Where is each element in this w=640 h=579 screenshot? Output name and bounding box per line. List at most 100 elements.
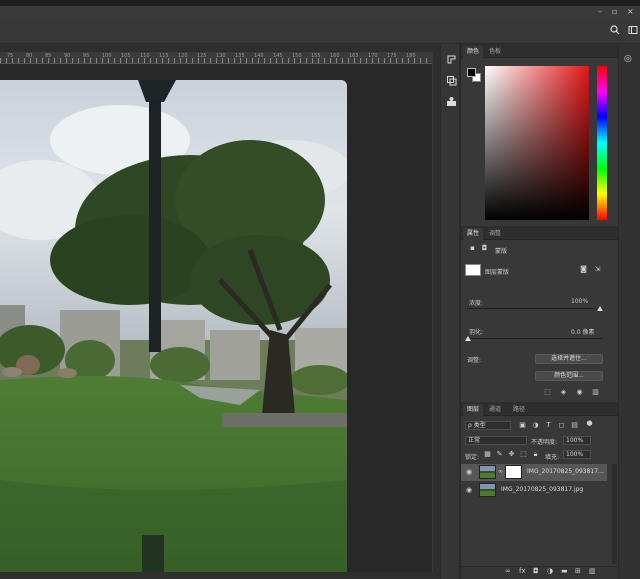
document-tab-strip bbox=[0, 44, 440, 52]
adjustment-layer-icon[interactable]: ◑ bbox=[547, 567, 553, 575]
ruler-label: 75 bbox=[7, 53, 13, 59]
search-icon[interactable] bbox=[609, 25, 621, 37]
layers-scrollbar[interactable] bbox=[612, 464, 617, 564]
fx-icon[interactable]: fx bbox=[519, 567, 526, 575]
tab-paths[interactable]: 路径 bbox=[509, 404, 529, 416]
horizontal-scrollbar[interactable] bbox=[0, 572, 440, 579]
libraries-icon[interactable]: ◎ bbox=[624, 54, 632, 64]
layer-row[interactable]: ◉ ∞ IMG_20170825_093817... bbox=[461, 464, 607, 481]
layer-filter-select[interactable]: ρ 类型 bbox=[465, 421, 511, 430]
ruler-label: 125 bbox=[197, 53, 207, 59]
refine-label: 调整: bbox=[467, 355, 481, 364]
ruler-label: 150 bbox=[292, 53, 302, 59]
lock-image-icon[interactable]: ✎ bbox=[495, 450, 504, 459]
load-selection-icon[interactable]: ⬚ bbox=[543, 388, 552, 397]
trash-icon[interactable]: ▥ bbox=[589, 567, 596, 575]
eye-icon[interactable]: ◉ bbox=[466, 486, 472, 494]
opacity-label: 不透明度: bbox=[531, 437, 557, 446]
visibility-icon[interactable]: ◉ bbox=[575, 388, 584, 397]
filter-type-icon[interactable]: T bbox=[544, 421, 553, 430]
image-canvas[interactable] bbox=[0, 80, 347, 579]
document-area: 75 80 85 90 95 100 105 110 115 120 125 1… bbox=[0, 44, 440, 579]
layer-thumbnail bbox=[479, 465, 496, 479]
feather-label: 羽化: bbox=[469, 327, 483, 336]
density-value[interactable]: 100% bbox=[571, 298, 588, 305]
horizontal-ruler: 75 80 85 90 95 100 105 110 115 120 125 1… bbox=[0, 52, 432, 64]
density-slider-track[interactable] bbox=[467, 308, 603, 309]
properties-panel-tabs: 属性 调整 bbox=[461, 226, 618, 240]
far-right-panel-strip: ◎ bbox=[618, 44, 640, 579]
ruler-label: 115 bbox=[159, 53, 169, 59]
vertical-scrollbar[interactable] bbox=[432, 52, 440, 572]
maximize-button[interactable]: ▫ bbox=[612, 7, 617, 16]
ruler-label: 95 bbox=[83, 53, 89, 59]
feather-slider-thumb[interactable] bbox=[465, 336, 471, 341]
chain-link-icon[interactable]: ∞ bbox=[498, 468, 503, 475]
ruler-label: 160 bbox=[330, 53, 340, 59]
lock-label: 锁定: bbox=[465, 452, 479, 461]
lock-artboard-icon[interactable]: ⬚ bbox=[519, 450, 528, 459]
tab-adjustments[interactable]: 调整 bbox=[485, 228, 505, 240]
lock-position-icon[interactable]: ✥ bbox=[507, 450, 516, 459]
ruler-label: 170 bbox=[368, 53, 378, 59]
ruler-label: 140 bbox=[254, 53, 264, 59]
add-mask-icon[interactable]: ◘ bbox=[533, 567, 539, 575]
density-slider-thumb[interactable] bbox=[597, 306, 603, 311]
select-mask-icon[interactable]: ◙ bbox=[579, 265, 588, 274]
filter-pixel-icon[interactable]: ▣ bbox=[518, 421, 527, 430]
ruler-label: 100 bbox=[102, 53, 112, 59]
opacity-input[interactable]: 100% bbox=[563, 436, 591, 445]
ruler-label: 120 bbox=[178, 53, 188, 59]
fill-input[interactable]: 100% bbox=[563, 450, 591, 459]
hue-slider[interactable] bbox=[597, 66, 607, 220]
minimize-button[interactable]: – bbox=[598, 7, 602, 16]
layers-bottom-bar: ∞ fx ◘ ◑ ▬ ⊞ ▥ bbox=[461, 566, 618, 579]
select-and-mask-button[interactable]: 选择并遮住... bbox=[535, 354, 603, 364]
ruler-label: 135 bbox=[235, 53, 245, 59]
fill-label: 填充: bbox=[545, 452, 559, 461]
color-panel-tabs: 颜色 色板 bbox=[461, 44, 618, 58]
tab-channels[interactable]: 通道 bbox=[485, 404, 505, 416]
new-layer-icon[interactable]: ⊞ bbox=[575, 567, 581, 575]
layer-mask-thumbnail bbox=[465, 264, 481, 276]
vector-mask-icon[interactable]: ◘ bbox=[480, 244, 489, 253]
filter-toggle-icon[interactable]: ● bbox=[585, 419, 594, 428]
apply-mask-bottom-icon[interactable]: ◈ bbox=[559, 388, 568, 397]
feather-value[interactable]: 0.0 像素 bbox=[571, 327, 594, 336]
tab-color[interactable]: 颜色 bbox=[463, 46, 483, 58]
eye-icon[interactable]: ◉ bbox=[466, 468, 472, 476]
link-layers-icon[interactable]: ∞ bbox=[505, 567, 511, 575]
ruler-label: 155 bbox=[311, 53, 321, 59]
character-icon[interactable] bbox=[444, 96, 458, 110]
lock-all-icon[interactable]: 🔒︎ bbox=[531, 450, 540, 459]
pixel-mask-icon[interactable]: ▪ bbox=[468, 244, 477, 253]
ruler-label: 175 bbox=[387, 53, 397, 59]
foreground-color-swatch[interactable] bbox=[467, 68, 476, 77]
delete-mask-icon[interactable]: ▥ bbox=[591, 388, 600, 397]
color-range-button[interactable]: 颜色范围... bbox=[535, 371, 603, 381]
color-picker-field[interactable] bbox=[485, 66, 589, 220]
collapsed-panel-column bbox=[440, 44, 460, 579]
properties-mode-label: 蒙版 bbox=[495, 246, 507, 255]
brush-preset-icon[interactable] bbox=[444, 75, 458, 89]
apply-mask-icon[interactable]: ⇲ bbox=[593, 265, 602, 274]
ruler-label: 145 bbox=[273, 53, 283, 59]
layer-mask-thumb[interactable] bbox=[505, 465, 522, 479]
workspace-icon[interactable] bbox=[627, 25, 639, 37]
lock-transparent-icon[interactable]: ▦ bbox=[483, 450, 492, 459]
new-group-icon[interactable]: ▬ bbox=[561, 567, 568, 575]
tab-properties[interactable]: 属性 bbox=[463, 228, 483, 240]
ruler-label: 180 bbox=[406, 53, 416, 59]
filter-shape-icon[interactable]: ◻ bbox=[557, 421, 566, 430]
close-button[interactable]: × bbox=[627, 7, 634, 16]
tab-swatches[interactable]: 色板 bbox=[485, 46, 505, 58]
filter-smart-icon[interactable]: ▤ bbox=[570, 421, 579, 430]
history-icon[interactable] bbox=[444, 54, 458, 68]
tab-layers[interactable]: 图层 bbox=[463, 404, 483, 416]
filter-adjust-icon[interactable]: ◑ bbox=[531, 421, 540, 430]
layer-row[interactable]: ◉ IMG_20170825_093817.jpg bbox=[461, 482, 607, 499]
blend-mode-select[interactable]: 正常 bbox=[465, 436, 527, 445]
feather-slider-track[interactable] bbox=[467, 338, 603, 339]
ruler-label: 80 bbox=[26, 53, 32, 59]
photo-park-scene bbox=[0, 80, 347, 579]
